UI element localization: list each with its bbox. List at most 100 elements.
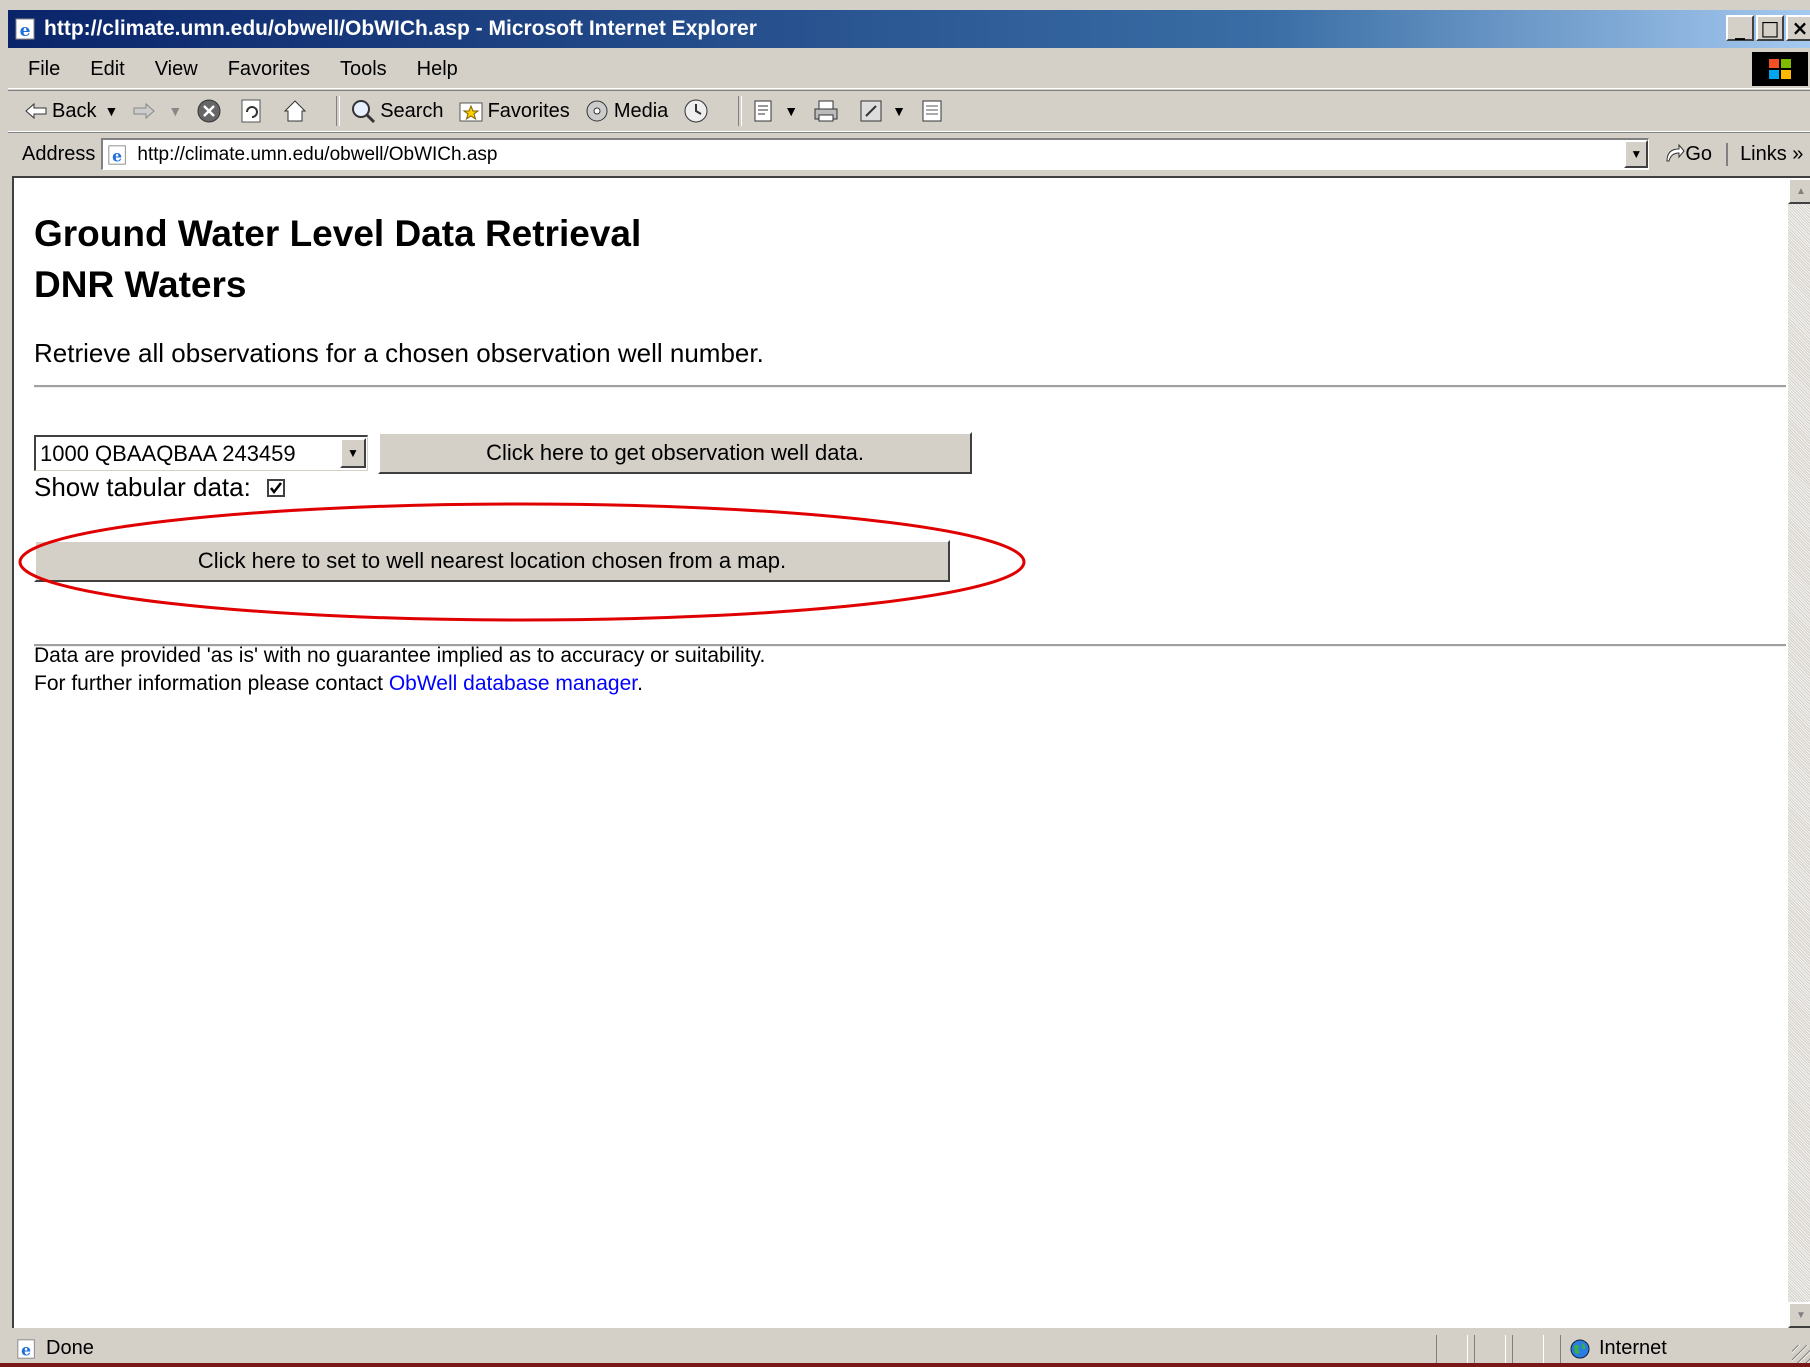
get-well-data-button[interactable]: Click here to get observation well data. <box>378 432 972 474</box>
show-tabular-label: Show tabular data: <box>34 472 251 502</box>
status-pane <box>1436 1334 1468 1363</box>
close-button[interactable]: × <box>1786 15 1810 41</box>
address-input[interactable]: e http://climate.umn.edu/obwell/ObWICh.a… <box>101 138 1650 170</box>
home-icon <box>283 100 307 122</box>
page-content: Ground Water Level Data Retrieval DNR Wa… <box>18 178 1786 695</box>
favorites-icon <box>459 102 483 122</box>
go-label: Go <box>1685 142 1713 165</box>
media-button[interactable]: Media <box>584 98 668 124</box>
stop-button[interactable] <box>196 98 226 124</box>
contact-line: For further information please contact O… <box>34 670 765 698</box>
forward-arrow-icon <box>133 102 156 120</box>
page-title-line-2: DNR Waters <box>34 264 247 305</box>
back-dropdown-icon[interactable]: ▼ <box>104 103 118 119</box>
media-icon <box>586 100 608 122</box>
back-button[interactable]: Back ▼ <box>24 100 118 123</box>
status-pane <box>1474 1334 1506 1363</box>
intro-text: Retrieve all observations for a chosen o… <box>34 338 764 368</box>
media-label: Media <box>613 99 669 122</box>
divider-top <box>34 385 1786 388</box>
status-text-pane: e Done <box>16 1337 1436 1360</box>
edit-button[interactable]: ▼ <box>858 98 906 124</box>
status-bar: e Done Internet <box>8 1330 1810 1367</box>
scroll-down-button[interactable]: ▼ <box>1788 1302 1810 1328</box>
ie-page-icon: e <box>108 144 127 165</box>
edit-icon <box>860 100 882 122</box>
globe-icon <box>1570 1339 1590 1358</box>
scroll-up-button[interactable]: ▲ <box>1788 178 1810 204</box>
mail-dropdown-icon[interactable]: ▼ <box>784 103 798 119</box>
edit-dropdown-icon[interactable]: ▼ <box>892 103 906 119</box>
page-title-line-1: Ground Water Level Data Retrieval <box>34 213 642 254</box>
address-url: http://climate.umn.edu/obwell/ObWICh.asp <box>137 143 498 165</box>
menu-favorites[interactable]: Favorites <box>228 58 310 81</box>
ie-page-icon: e <box>15 18 35 41</box>
show-tabular-row: Show tabular data: <box>34 472 285 503</box>
show-tabular-checkbox[interactable] <box>266 478 285 497</box>
restore-button[interactable]: □ <box>1756 15 1784 41</box>
search-button[interactable]: Search <box>350 98 444 124</box>
address-label: Address <box>22 142 96 165</box>
forward-dropdown-icon[interactable]: ▼ <box>168 103 182 119</box>
ie-page-icon: e <box>17 1338 35 1359</box>
browser-window: e http://climate.umn.edu/obwell/ObWICh.a… <box>0 0 1810 1363</box>
svg-text:e: e <box>112 146 122 165</box>
discuss-icon <box>922 100 942 122</box>
windows-logo-icon <box>1752 52 1808 86</box>
status-pane <box>1512 1334 1544 1363</box>
page-title: Ground Water Level Data Retrieval DNR Wa… <box>34 208 1786 310</box>
well-select[interactable]: 1000 QBAAQBAA 243459 ▼ <box>34 435 368 471</box>
history-icon <box>684 99 708 123</box>
set-well-from-map-button[interactable]: Click here to set to well nearest locati… <box>34 540 950 582</box>
address-dropdown-button[interactable]: ▼ <box>1624 140 1649 168</box>
standard-toolbar: Back ▼ ▼ Search Favorites Media ▼ ▼ <box>8 90 1810 132</box>
back-arrow-icon <box>25 102 47 120</box>
svg-text:e: e <box>21 1340 31 1359</box>
menu-tools[interactable]: Tools <box>340 58 387 81</box>
resize-grip[interactable] <box>1792 1345 1810 1363</box>
status-text: Done <box>46 1337 94 1359</box>
favorites-label: Favorites <box>487 99 570 122</box>
disclaimer-text: Data are provided 'as is' with no guaran… <box>34 644 766 667</box>
menu-bar: File Edit View Favorites Tools Help <box>8 50 1810 89</box>
go-arrow-icon <box>1666 143 1686 162</box>
contact-link[interactable]: ObWell database manager <box>389 672 637 695</box>
mail-icon <box>754 100 772 122</box>
forward-button[interactable]: ▼ <box>132 101 182 121</box>
refresh-button[interactable] <box>240 98 268 124</box>
history-button[interactable] <box>682 98 714 124</box>
go-button[interactable]: Go <box>1663 143 1712 166</box>
minimize-button[interactable]: _ <box>1726 15 1754 41</box>
title-bar: e http://climate.umn.edu/obwell/ObWICh.a… <box>8 10 1810 48</box>
menu-view[interactable]: View <box>155 58 198 81</box>
vertical-scrollbar[interactable]: ▲ ▼ <box>1788 178 1810 1328</box>
back-label: Back <box>52 99 97 122</box>
home-button[interactable] <box>282 98 312 124</box>
links-toolbar[interactable]: Links » <box>1726 142 1803 166</box>
well-selection-row: 1000 QBAAQBAA 243459 ▼ Click here to get… <box>34 432 972 474</box>
menu-edit[interactable]: Edit <box>90 58 124 81</box>
contact-prefix: For further information please contact <box>34 672 389 695</box>
search-label: Search <box>380 99 444 122</box>
well-select-value: 1000 QBAAQBAA 243459 <box>40 440 296 466</box>
menu-file[interactable]: File <box>28 58 60 81</box>
stop-icon <box>197 99 221 123</box>
svg-text:e: e <box>20 21 31 41</box>
security-zone: Internet <box>1560 1334 1667 1363</box>
address-bar: Address e http://climate.umn.edu/obwell/… <box>8 132 1810 175</box>
toolbar-separator-2 <box>738 96 743 126</box>
print-button[interactable] <box>812 98 844 124</box>
favorites-button[interactable]: Favorites <box>458 99 570 123</box>
security-zone-label: Internet <box>1599 1337 1667 1359</box>
page-content-frame: Ground Water Level Data Retrieval DNR Wa… <box>12 176 1810 1328</box>
window-title: http://climate.umn.edu/obwell/ObWICh.asp… <box>44 17 757 40</box>
menu-help[interactable]: Help <box>417 58 458 81</box>
search-icon <box>352 100 376 124</box>
checkmark-icon <box>269 481 282 494</box>
toolbar-separator <box>336 96 341 126</box>
contact-suffix: . <box>637 672 643 695</box>
mail-button[interactable]: ▼ <box>752 98 798 124</box>
well-select-dropdown-icon[interactable]: ▼ <box>340 438 366 468</box>
print-icon <box>814 100 838 122</box>
discuss-button[interactable] <box>920 98 948 124</box>
